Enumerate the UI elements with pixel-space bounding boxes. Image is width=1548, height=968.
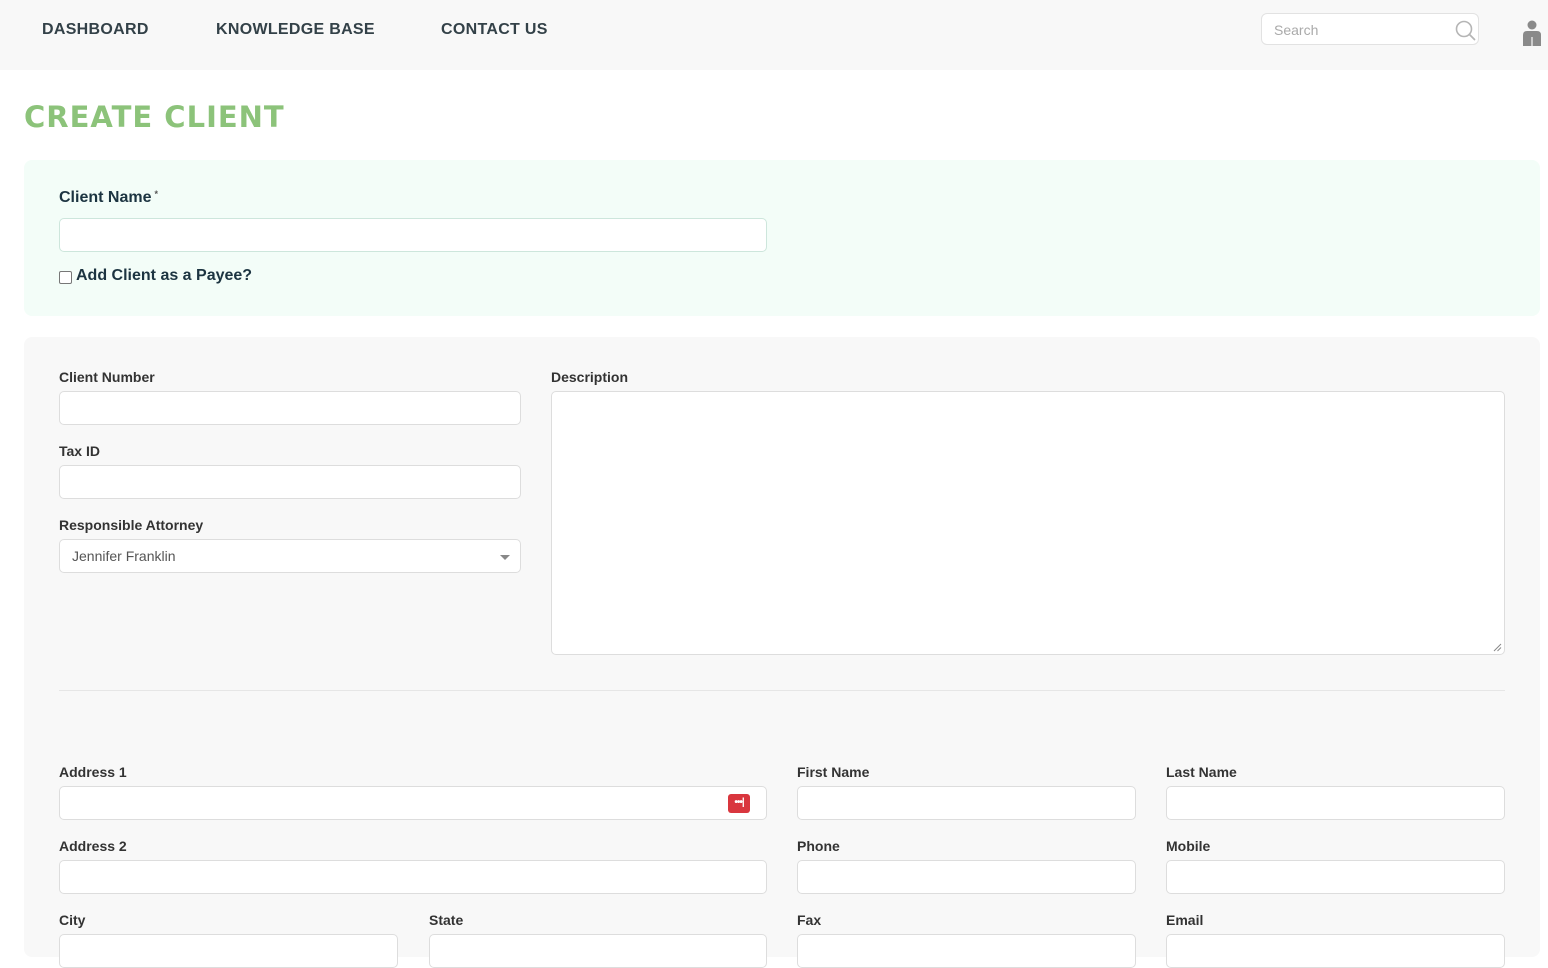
- user-icon[interactable]: [1521, 20, 1543, 46]
- first-name-label: First Name: [797, 764, 870, 780]
- city-field: [59, 934, 398, 968]
- fax-input[interactable]: [798, 935, 1135, 967]
- password-manager-icon-glyph: •••|: [734, 797, 744, 808]
- last-name-input[interactable]: [1167, 787, 1504, 819]
- last-name-label: Last Name: [1166, 764, 1237, 780]
- required-mark: *: [154, 189, 158, 199]
- first-name-input[interactable]: [798, 787, 1135, 819]
- city-label: City: [59, 912, 86, 928]
- address2-label: Address 2: [59, 838, 127, 854]
- mobile-input[interactable]: [1167, 861, 1504, 893]
- first-name-field: [797, 786, 1136, 820]
- payee-checkbox-label[interactable]: Add Client as a Payee?: [76, 267, 252, 285]
- email-label: Email: [1166, 912, 1204, 928]
- address1-input[interactable]: [60, 787, 766, 819]
- client-name-label-text: Client Name: [59, 189, 152, 206]
- address1-field: •••|: [59, 786, 767, 820]
- mobile-label: Mobile: [1166, 838, 1211, 854]
- address2-input[interactable]: [60, 861, 766, 893]
- responsible-attorney-value: Jennifer Franklin: [72, 548, 176, 564]
- state-input[interactable]: [430, 935, 766, 967]
- address2-field: [59, 860, 767, 894]
- responsible-attorney-label: Responsible Attorney: [59, 517, 204, 533]
- page-title: CREATE CLIENT: [24, 100, 285, 134]
- search-icon[interactable]: [1454, 19, 1476, 41]
- client-name-input[interactable]: [60, 219, 766, 251]
- nav-knowledge-base[interactable]: KNOWLEDGE BASE: [216, 21, 375, 39]
- section-divider: [59, 690, 1505, 691]
- phone-field: [797, 860, 1136, 894]
- email-field: [1166, 934, 1505, 968]
- client-name-label: Client Name *: [59, 189, 158, 207]
- state-label: State: [429, 912, 464, 928]
- tax-id-input[interactable]: [60, 466, 520, 498]
- address1-label: Address 1: [59, 764, 127, 780]
- search-box: [1261, 13, 1479, 45]
- fax-label: Fax: [797, 912, 822, 928]
- last-name-field: [1166, 786, 1505, 820]
- caret-down-icon: [500, 555, 510, 560]
- payee-checkbox[interactable]: [59, 271, 72, 284]
- search-input[interactable]: [1274, 20, 1444, 40]
- description-label: Description: [551, 369, 629, 385]
- client-name-field: [59, 218, 767, 252]
- tax-id-label: Tax ID: [59, 443, 100, 459]
- email-input[interactable]: [1167, 935, 1504, 967]
- password-manager-icon[interactable]: •••|: [728, 794, 750, 813]
- state-field: [429, 934, 767, 968]
- phone-input[interactable]: [798, 861, 1135, 893]
- description-textarea[interactable]: [552, 392, 1504, 654]
- description-field: [551, 391, 1505, 655]
- responsible-attorney-select[interactable]: Jennifer Franklin: [59, 539, 521, 573]
- nav-contact-us[interactable]: CONTACT US: [441, 21, 548, 39]
- client-number-field: [59, 391, 521, 425]
- top-navigation-bar: DASHBOARD KNOWLEDGE BASE CONTACT US: [0, 0, 1548, 70]
- mobile-field: [1166, 860, 1505, 894]
- nav-dashboard[interactable]: DASHBOARD: [42, 21, 149, 39]
- tax-id-field: [59, 465, 521, 499]
- resize-grip-icon[interactable]: [1493, 643, 1502, 652]
- client-number-input[interactable]: [60, 392, 520, 424]
- phone-label: Phone: [797, 838, 840, 854]
- city-input[interactable]: [60, 935, 397, 967]
- client-number-label: Client Number: [59, 369, 155, 385]
- fax-field: [797, 934, 1136, 968]
